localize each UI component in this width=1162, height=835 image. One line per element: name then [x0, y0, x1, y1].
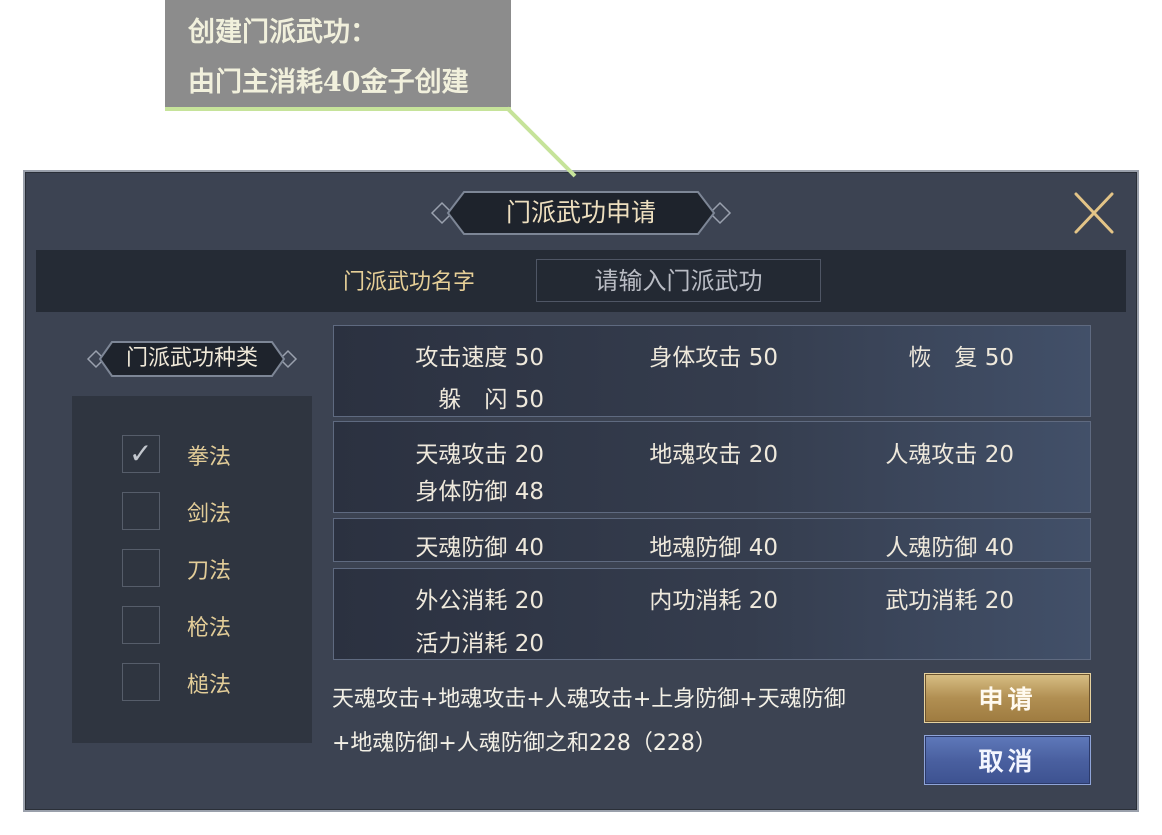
guide-tooltip-text: 由门主消耗40金子创建 [188, 67, 469, 98]
checkbox[interactable] [122, 549, 160, 587]
category-option-sword[interactable]: 剑法 [122, 492, 292, 530]
guide-tooltip-underline [165, 107, 511, 111]
category-title: 门派武功种类 [125, 346, 258, 371]
stat-external-cost: 外公消耗 20 [415, 588, 544, 614]
category-option-fist[interactable]: ✓ 拳法 [122, 435, 292, 473]
stat-earth-soul-defense: 地魂防御 40 [649, 535, 778, 561]
summary-line-2: +地魂防御+人魂防御之和228（228） [332, 731, 717, 756]
stat-internal-cost: 内功消耗 20 [649, 588, 778, 614]
stat-vitality-cost: 活力消耗 20 [415, 631, 544, 657]
category-label: 拳法 [187, 445, 232, 470]
category-label: 槌法 [187, 673, 232, 698]
category-label: 枪法 [187, 616, 232, 641]
category-label: 剑法 [187, 502, 232, 527]
checkbox[interactable]: ✓ [122, 435, 160, 473]
stat-earth-soul-attack: 地魂攻击 20 [649, 442, 778, 468]
stat-body-defense: 身体防御 48 [415, 479, 544, 505]
stat-skill-cost: 武功消耗 20 [885, 588, 1014, 614]
stat-human-soul-attack: 人魂攻击 20 [885, 442, 1014, 468]
stat-attack-speed: 攻击速度 50 [415, 345, 544, 371]
check-icon: ✓ [129, 437, 153, 470]
stat-heaven-soul-defense: 天魂防御 40 [415, 535, 544, 561]
category-option-blade[interactable]: 刀法 [122, 549, 292, 587]
stat-human-soul-defense: 人魂防御 40 [885, 535, 1014, 561]
stat-body-attack: 身体攻击 50 [649, 345, 778, 371]
checkbox[interactable] [122, 492, 160, 530]
dialog-title: 门派武功申请 [505, 198, 656, 227]
skill-name-label: 门派武功名字 [343, 270, 476, 295]
category-label: 刀法 [187, 559, 232, 584]
category-option-spear[interactable]: 枪法 [122, 606, 292, 644]
skill-name-input[interactable] [536, 259, 821, 302]
cancel-button[interactable]: 取消 [924, 735, 1091, 785]
checkbox[interactable] [122, 663, 160, 701]
category-option-hammer[interactable]: 槌法 [122, 663, 292, 701]
apply-button[interactable]: 申请 [924, 673, 1091, 723]
stat-dodge: 躲 闪 50 [438, 387, 544, 413]
close-button[interactable] [1070, 190, 1118, 236]
stat-recovery: 恢 复 50 [908, 345, 1014, 371]
close-x-icon [1074, 192, 1114, 234]
stat-heaven-soul-attack: 天魂攻击 20 [415, 442, 544, 468]
summary-line-1: 天魂攻击+地魂攻击+人魂攻击+上身防御+天魂防御 [332, 687, 846, 712]
checkbox[interactable] [122, 606, 160, 644]
guide-tooltip-title: 创建门派武功： [188, 17, 377, 48]
